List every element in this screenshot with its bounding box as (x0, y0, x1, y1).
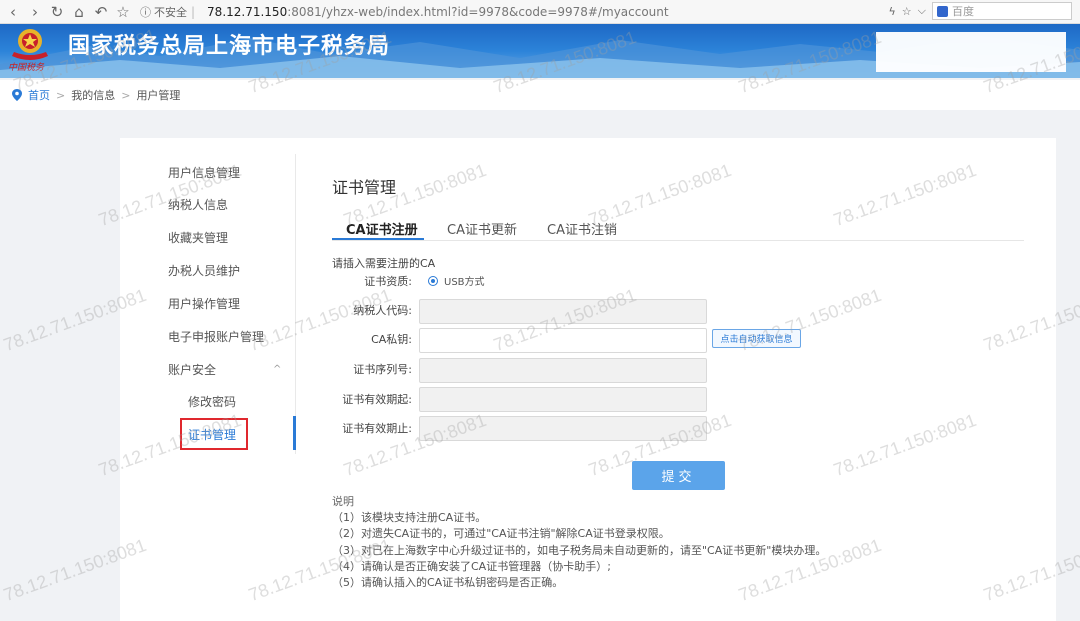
valid-from-field (419, 387, 707, 412)
taxpayer-code-field (419, 299, 707, 324)
sidebar-item-staff[interactable]: 办税人员维护 (168, 262, 240, 279)
tab-ca-revoke[interactable]: CA证书注销 (547, 219, 617, 238)
chevron-up-icon[interactable]: ^ (273, 364, 281, 375)
baidu-icon (937, 5, 948, 17)
info-icon: ⓘ (140, 5, 151, 19)
security-label: 不安全 (154, 5, 187, 19)
breadcrumb-separator: > (56, 88, 66, 102)
breadcrumb-item: 用户管理 (136, 89, 181, 102)
note-line: （3）对已在上海数字中心升级过证书的，如电子税务局未自动更新的，请至"CA证书更… (332, 543, 827, 557)
breadcrumb-item[interactable]: 我的信息 (71, 87, 115, 103)
valid-to-field (419, 416, 707, 441)
favorite-star-icon[interactable]: ☆ (902, 5, 912, 18)
note-line: （1）该模块支持注册CA证书。 (332, 511, 487, 525)
site-header: 中国税务 国家税务总局上海市电子税务局 (0, 24, 1080, 78)
valid-from-label: 证书有效期起: (342, 393, 412, 406)
serial-label: 证书序列号: (353, 363, 412, 376)
note-line: （5）请确认插入的CA证书私钥密码是否正确。 (332, 576, 564, 590)
breadcrumb-home[interactable]: 首页 (28, 87, 50, 103)
url-host: 78.12.71.150 (207, 4, 288, 19)
url-divider: | (191, 4, 196, 19)
logo-text: 中国税务 (8, 63, 45, 73)
sidebar-item-e-filing[interactable]: 电子申报账户管理 (168, 328, 264, 345)
chevron-down-icon[interactable]: ⌵ (918, 4, 926, 18)
sidebar-item-operations[interactable]: 用户操作管理 (168, 295, 240, 312)
tab-ca-register[interactable]: CA证书注册 (346, 219, 418, 238)
tax-emblem-icon (12, 29, 48, 60)
tab-ca-update[interactable]: CA证书更新 (447, 219, 517, 238)
insert-ca-hint: 请插入需要注册的CA (332, 257, 436, 270)
bookmark-star-icon[interactable]: ☆ (112, 1, 134, 23)
sidebar-item-account-security[interactable]: 账户安全 (168, 361, 216, 378)
cert-type-label: 证书资质: (364, 275, 412, 288)
sidebar-item-cert-management[interactable]: 证书管理 (188, 426, 236, 443)
submit-button[interactable]: 提交 (632, 461, 725, 490)
taxpayer-code-label: 纳税人代码: (353, 304, 412, 317)
active-tab-underline (332, 238, 424, 240)
valid-to-label: 证书有效期止: (342, 422, 412, 435)
radio-selected-icon[interactable] (428, 275, 438, 286)
forward-icon[interactable]: › (24, 1, 46, 23)
site-title: 国家税务总局上海市电子税务局 (68, 33, 391, 59)
sidebar-item-favorites[interactable]: 收藏夹管理 (168, 229, 228, 246)
address-bar[interactable]: 78.12.71.150:8081/yhzx-web/index.html?id… (207, 5, 669, 19)
ca-key-label: CA私钥: (371, 333, 412, 346)
header-user-area (876, 32, 1066, 72)
security-indicator[interactable]: ⓘ 不安全 (140, 4, 187, 20)
reload-icon[interactable]: ↻ (46, 1, 68, 23)
main-card: 用户信息管理 纳税人信息 收藏夹管理 办税人员维护 用户操作管理 电子申报账户管… (120, 138, 1056, 621)
undo-icon[interactable]: ↶ (90, 1, 112, 23)
sidebar-item-user-info[interactable]: 用户信息管理 (168, 164, 240, 181)
breadcrumb-separator: > (121, 88, 131, 102)
cert-type-value: USB方式 (444, 277, 485, 288)
lightning-icon[interactable]: ϟ (889, 5, 896, 18)
notes-title: 说明 (332, 495, 354, 508)
browser-toolbar: ‹ › ↻ ⌂ ↶ ☆ ⓘ 不安全 | 78.12.71.150:8081/yh… (0, 0, 1080, 24)
search-box[interactable]: 百度 (932, 2, 1072, 20)
ca-key-input[interactable] (419, 328, 707, 353)
url-rest: :8081/yhzx-web/index.html?id=9978&code=9… (287, 4, 669, 19)
note-line: （4）请确认是否正确安装了CA证书管理器（协卡助手）; (332, 559, 611, 573)
serial-field (419, 358, 707, 383)
toolbar-right: ϟ ☆ ⌵ 百度 (889, 2, 1072, 20)
page-title: 证书管理 (332, 178, 397, 197)
home-icon[interactable]: ⌂ (68, 1, 90, 23)
sidebar-item-taxpayer-info[interactable]: 纳税人信息 (168, 196, 228, 213)
sidebar: 用户信息管理 纳税人信息 收藏夹管理 办税人员维护 用户操作管理 电子申报账户管… (120, 154, 296, 454)
sidebar-item-change-password[interactable]: 修改密码 (188, 393, 236, 410)
tab-bar: CA证书注册 CA证书更新 CA证书注销 (332, 213, 1024, 241)
content-area: 证书管理 CA证书注册 CA证书更新 CA证书注销 请插入需要注册的CA 证书资… (332, 138, 1032, 621)
search-placeholder: 百度 (952, 5, 974, 18)
cert-type-radio[interactable]: USB方式 (428, 273, 485, 288)
location-pin-icon (12, 89, 22, 101)
notes-section: 说明 （1）该模块支持注册CA证书。 （2）对遗失CA证书的，可通过"CA证书注… (332, 494, 826, 591)
breadcrumb: 首页 > 我的信息 > 用户管理 (0, 80, 1080, 110)
active-indicator (293, 416, 296, 450)
auto-fetch-button[interactable]: 点击自动获取信息 (712, 329, 801, 348)
back-icon[interactable]: ‹ (2, 1, 24, 23)
note-line: （2）对遗失CA证书的，可通过"CA证书注销"解除CA证书登录权限。 (332, 527, 670, 541)
